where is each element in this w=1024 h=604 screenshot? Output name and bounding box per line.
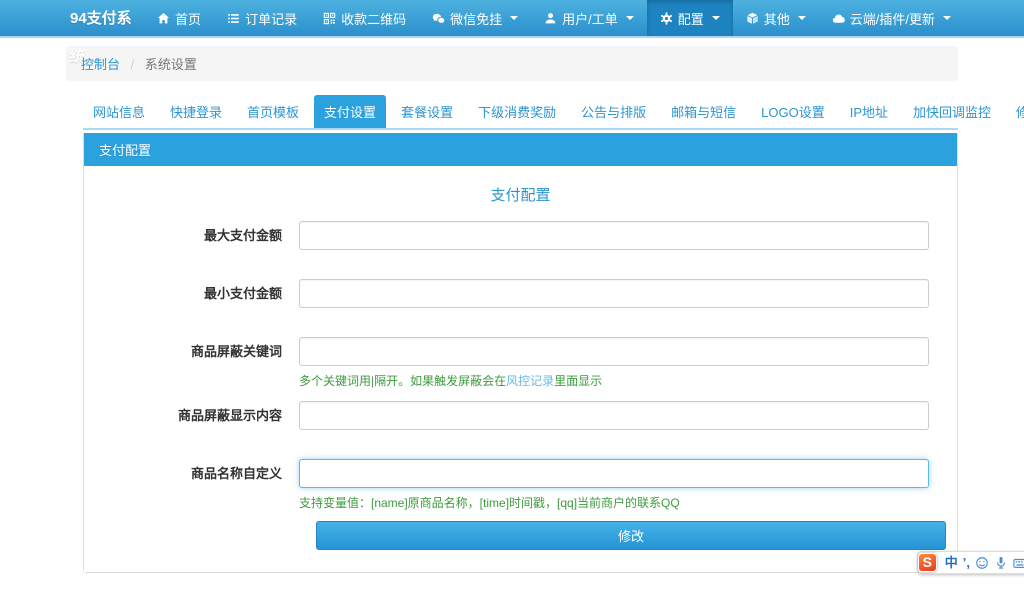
risk-record-link[interactable]: 风控记录	[506, 374, 554, 388]
chevron-down-icon	[510, 16, 518, 20]
custom-product-name-input[interactable]	[299, 459, 929, 488]
emoji-icon[interactable]	[975, 556, 989, 570]
ime-lang-toggle[interactable]: 中	[945, 552, 958, 573]
tab-change-password[interactable]: 修改密码	[1006, 95, 1024, 128]
nav-item-label: 其他	[764, 9, 790, 28]
nav-item-label: 微信免挂	[450, 9, 502, 28]
user-icon	[544, 12, 557, 25]
gear-icon	[660, 12, 673, 25]
home-icon	[157, 12, 170, 25]
tab-callback-monitor[interactable]: 加快回调监控	[903, 95, 1001, 128]
panel-header: 支付配置	[84, 133, 957, 166]
nav-item-label: 云端/插件/更新	[850, 9, 935, 28]
field-label: 最小支付金额	[84, 279, 299, 308]
box-icon	[746, 12, 759, 25]
tab-announcement[interactable]: 公告与排版	[571, 95, 656, 128]
payment-config-panel: 支付配置 支付配置 最大支付金额 最小支付金额 商品屏蔽关键词	[83, 133, 958, 573]
nav-item-label: 首页	[175, 9, 201, 28]
tab-payment-settings[interactable]: 支付设置	[314, 95, 386, 128]
modify-button[interactable]: 修改	[316, 521, 946, 550]
nav-item-wechat[interactable]: 微信免挂	[419, 0, 531, 36]
tab-email-sms[interactable]: 邮箱与短信	[661, 95, 746, 128]
nav-item-other[interactable]: 其他	[733, 0, 819, 36]
tab-quick-login[interactable]: 快捷登录	[160, 95, 232, 128]
max-payment-amount-input[interactable]	[299, 221, 929, 250]
breadcrumb-separator: /	[131, 57, 135, 72]
min-payment-amount-input[interactable]	[299, 279, 929, 308]
tab-sub-rewards[interactable]: 下级消费奖励	[468, 95, 566, 128]
top-navbar: 94支付系统 首页 订单记录 收款二维码 微信免挂	[0, 0, 1024, 38]
block-keywords-helper: 多个关键词用|隔开。如果触发屏蔽会在风控记录里面显示	[299, 373, 929, 389]
ime-punctuation-toggle[interactable]: ’,	[963, 552, 970, 573]
field-label: 商品屏蔽显示内容	[84, 401, 299, 430]
nav-item-qrcode[interactable]: 收款二维码	[310, 0, 419, 36]
chevron-down-icon	[712, 16, 720, 20]
tab-logo-settings[interactable]: LOGO设置	[751, 95, 835, 128]
field-label: 最大支付金额	[84, 221, 299, 250]
tab-home-template[interactable]: 首页模板	[237, 95, 309, 128]
nav-item-home[interactable]: 首页	[144, 0, 214, 36]
chevron-down-icon	[943, 16, 951, 20]
nav-item-cloud-plugins[interactable]: 云端/插件/更新	[819, 0, 964, 36]
custom-name-helper: 支持变量值：[name]原商品名称，[time]时间戳，[qq]当前商户的联系Q…	[299, 495, 929, 511]
nav-item-config[interactable]: 配置	[647, 0, 733, 36]
breadcrumb-link-console[interactable]: 控制台	[81, 57, 120, 72]
tab-package-settings[interactable]: 套餐设置	[391, 95, 463, 128]
block-display-content-input[interactable]	[299, 401, 929, 430]
submit-row: 修改	[84, 521, 957, 550]
nav-item-label: 用户/工单	[562, 9, 618, 28]
form-row-block-keywords: 商品屏蔽关键词 多个关键词用|隔开。如果触发屏蔽会在风控记录里面显示	[84, 337, 957, 389]
mic-icon[interactable]	[994, 556, 1008, 570]
block-keywords-input[interactable]	[299, 337, 929, 366]
nav-item-users-tickets[interactable]: 用户/工单	[531, 0, 647, 36]
helper-text: 里面显示	[554, 374, 602, 388]
breadcrumb-current: 系统设置	[145, 57, 197, 72]
chevron-down-icon	[626, 16, 634, 20]
nav-item-orders[interactable]: 订单记录	[214, 0, 310, 36]
wechat-icon	[432, 12, 445, 25]
form-row-max-amount: 最大支付金额	[84, 221, 957, 250]
settings-tabs: 网站信息 快捷登录 首页模板 支付设置 套餐设置 下级消费奖励 公告与排版 邮箱…	[83, 95, 958, 130]
content-area: 网站信息 快捷登录 首页模板 支付设置 套餐设置 下级消费奖励 公告与排版 邮箱…	[83, 95, 958, 573]
form-row-min-amount: 最小支付金额	[84, 279, 957, 308]
tab-site-info[interactable]: 网站信息	[83, 95, 155, 128]
nav-item-label: 订单记录	[245, 9, 297, 28]
nav-item-label: 配置	[678, 9, 704, 28]
chevron-down-icon	[798, 16, 806, 20]
tab-ip-address[interactable]: IP地址	[840, 95, 898, 128]
breadcrumb: 控制台 / 系统设置	[66, 46, 958, 81]
main-container: 控制台 / 系统设置 网站信息 快捷登录 首页模板 支付设置 套餐设置 下级消费…	[66, 46, 958, 573]
field-label: 商品名称自定义	[84, 459, 299, 511]
form-row-block-display: 商品屏蔽显示内容	[84, 401, 957, 430]
keyboard-icon[interactable]	[1013, 556, 1024, 570]
ime-toolbar: S 中 ’,	[918, 551, 1024, 574]
list-icon	[227, 12, 240, 25]
form-title: 支付配置	[84, 184, 957, 205]
helper-text: 多个关键词用|隔开。如果触发屏蔽会在	[299, 374, 506, 388]
nav-item-label: 收款二维码	[341, 9, 406, 28]
panel-body: 支付配置 最大支付金额 最小支付金额 商品屏蔽关键词	[84, 166, 957, 572]
brand-title[interactable]: 94支付系统	[70, 0, 144, 36]
field-label: 商品屏蔽关键词	[84, 337, 299, 389]
sogou-logo[interactable]: S	[918, 553, 937, 572]
form-row-custom-name: 商品名称自定义 支持变量值：[name]原商品名称，[time]时间戳，[qq]…	[84, 459, 957, 511]
cloud-icon	[832, 12, 845, 25]
navbar-menu: 首页 订单记录 收款二维码 微信免挂 用户/工单	[144, 0, 964, 36]
qrcode-icon	[323, 12, 336, 25]
